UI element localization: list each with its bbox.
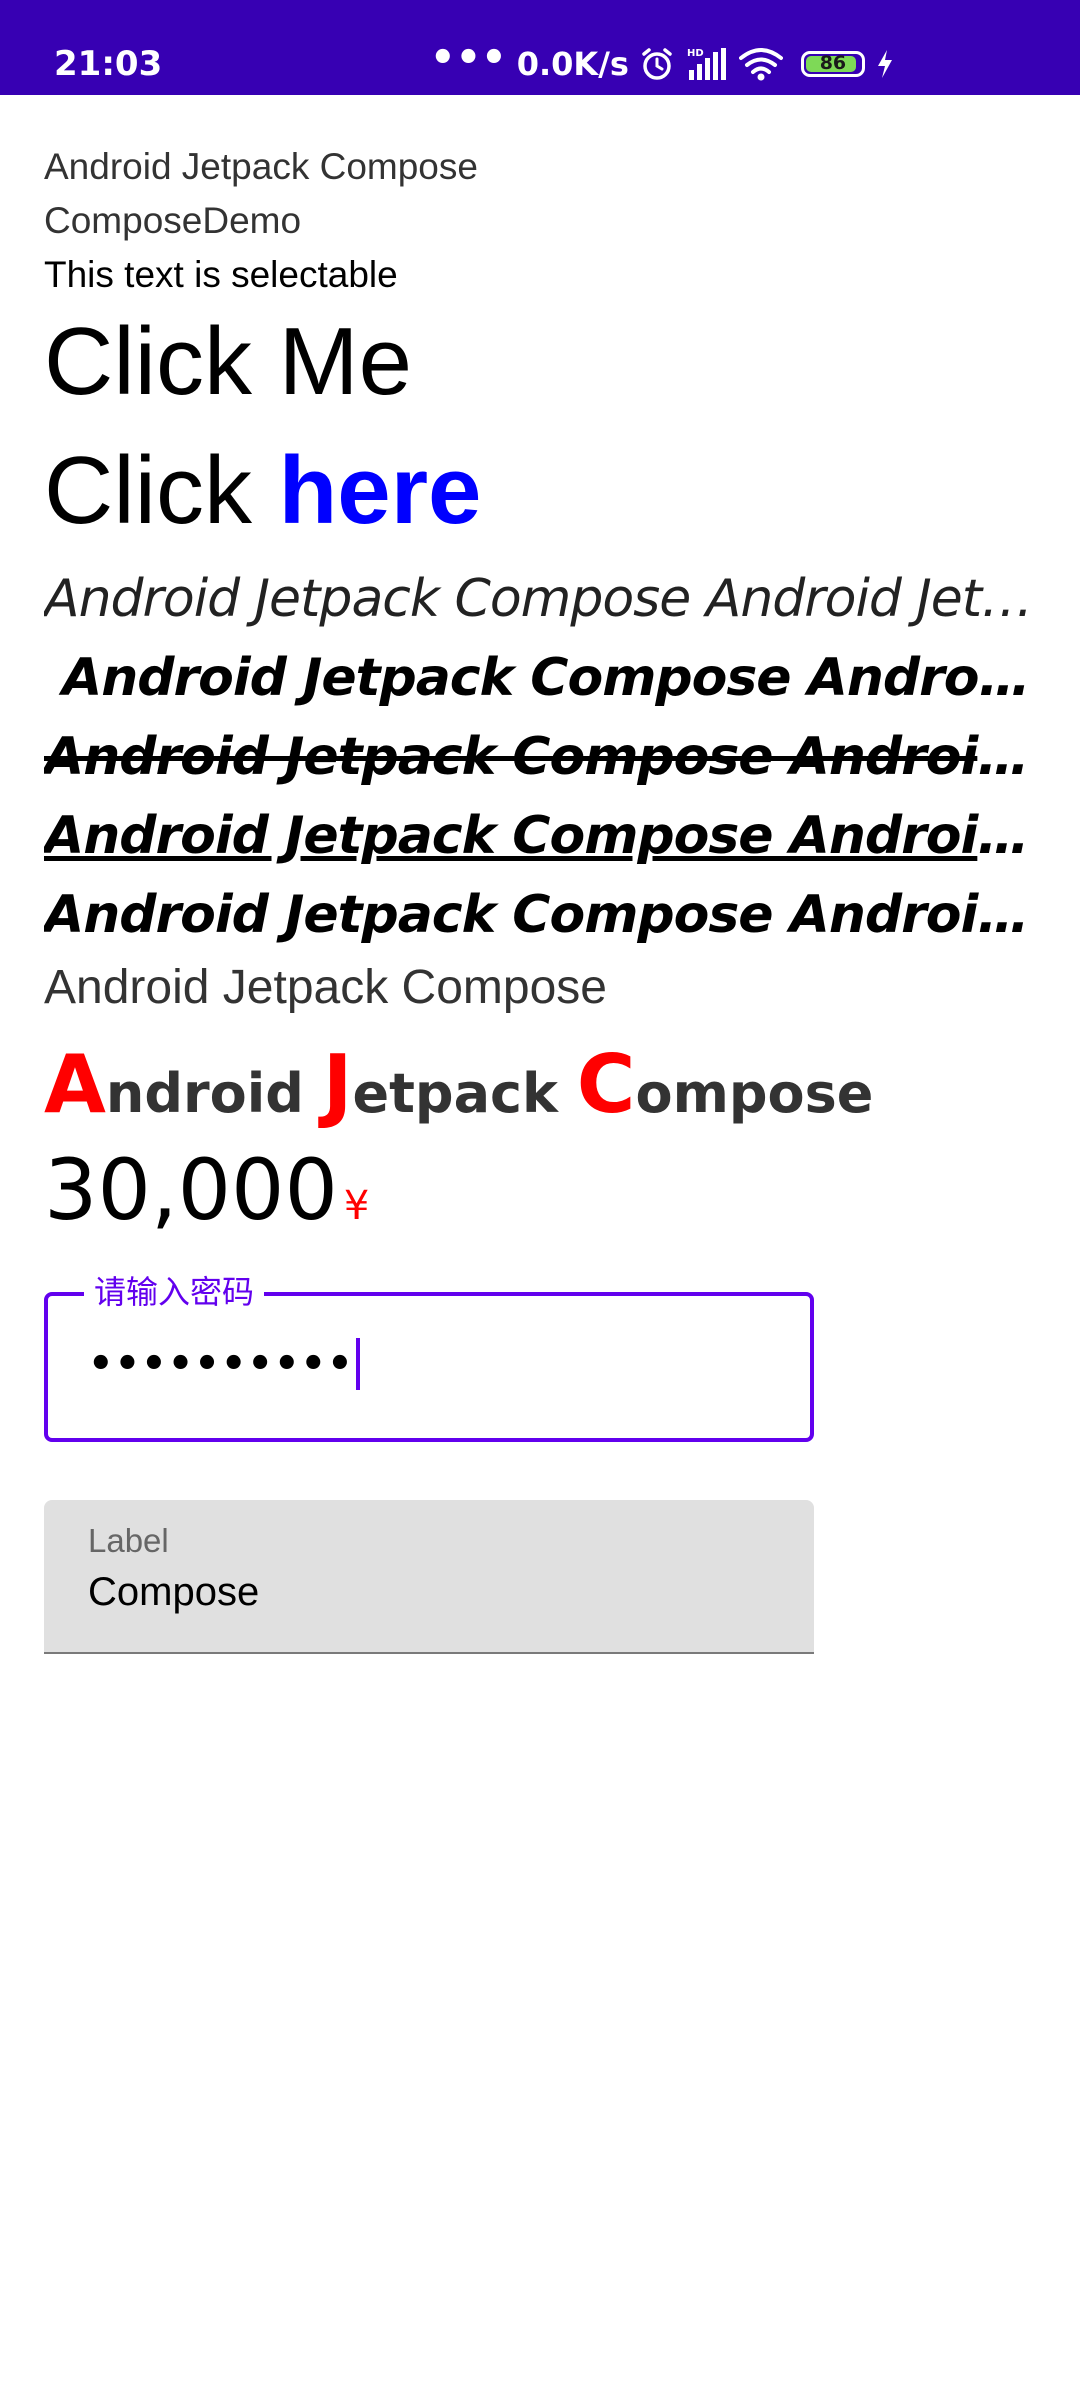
rich-text: Android Jetpack Compose	[44, 1025, 1044, 1135]
filled-text-field[interactable]: Label Compose	[44, 1500, 814, 1654]
content-column: Android Jetpack Compose ComposeDemo This…	[44, 140, 1044, 1240]
styled-text-strikethrough: Android Jetpack Compose Android Jetpack …	[44, 727, 1034, 787]
selectable-text[interactable]: This text is selectable	[44, 248, 1044, 302]
password-field[interactable]: 请输入密码 ••••••••••	[44, 1272, 814, 1442]
wifi-icon	[738, 46, 783, 82]
styled-text-heavy-italic: Android Jetpack Compose Android Jetpack …	[44, 885, 1034, 945]
svg-text:HD: HD	[687, 48, 704, 59]
signal-hd-icon: HD	[685, 46, 729, 82]
app-name-text: ComposeDemo	[44, 200, 302, 241]
battery-level: 86	[819, 52, 847, 74]
plain-text: Android Jetpack Compose	[44, 961, 607, 1014]
styled-text-bold-italic: Android Jetpack Compose Android Jetpack …	[62, 648, 1034, 708]
battery-icon: 86	[800, 51, 865, 77]
price-amount: 30,000	[44, 1141, 338, 1239]
alarm-icon	[639, 46, 675, 82]
title-text: Android Jetpack Compose	[44, 146, 478, 187]
click-prefix: Click	[44, 437, 279, 544]
rich-rest-j: etpack	[352, 1062, 577, 1125]
rich-cap-a: A	[44, 1038, 106, 1131]
more-notifications-icon: •••	[430, 35, 507, 81]
click-here-text[interactable]: Click here	[44, 425, 1044, 560]
password-field-label: 请输入密码	[84, 1272, 265, 1312]
rich-rest-c: ompose	[635, 1062, 874, 1125]
network-speed: 0.0K/s	[516, 45, 629, 83]
rich-cap-j: J	[322, 1038, 353, 1131]
filled-field-value[interactable]: Compose	[88, 1570, 259, 1615]
rich-rest-a: ndroid	[105, 1062, 323, 1125]
price-text: 30,000 ¥	[44, 1135, 1044, 1240]
password-value: ••••••••••	[88, 1341, 354, 1387]
styled-text-underline: Android Jetpack Compose Android Jetpack …	[44, 806, 1034, 866]
rich-cap-c: C	[576, 1038, 636, 1131]
styled-text-light-italic: Android Jetpack Compose Android Jetpack …	[44, 569, 1034, 629]
status-icons: ••• 0.0K/s HD 86	[430, 38, 895, 86]
filled-field-label: Label	[88, 1522, 169, 1559]
click-me-text[interactable]: Click Me	[44, 296, 1044, 431]
password-input[interactable]: ••••••••••	[88, 1334, 360, 1394]
status-time: 21:03	[54, 44, 163, 84]
text-cursor	[355, 1338, 360, 1390]
price-currency: ¥	[343, 1183, 370, 1229]
charging-icon	[875, 48, 895, 80]
click-here-link[interactable]: here	[279, 437, 482, 544]
status-bar: 21:03 ••• 0.0K/s HD 86	[0, 0, 1080, 95]
